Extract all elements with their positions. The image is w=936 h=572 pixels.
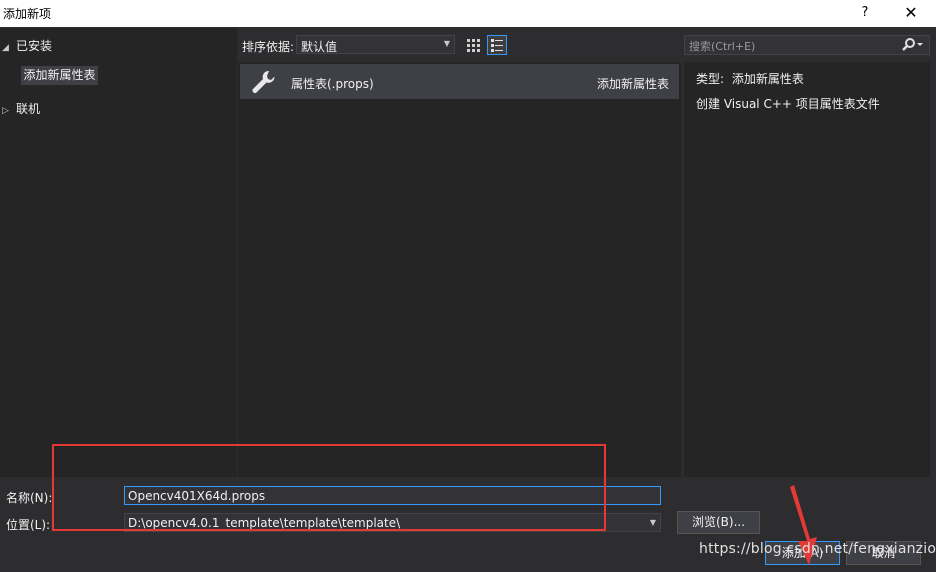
details-panel: [684, 62, 930, 477]
sort-label: 排序依据:: [242, 40, 295, 54]
tree-item-installed[interactable]: ◢ 已安装: [2, 37, 52, 54]
sort-dropdown[interactable]: 默认值 ▼: [296, 35, 455, 54]
location-label: 位置(L):: [6, 518, 51, 532]
type-row: 类型: 添加新属性表: [696, 70, 804, 87]
window-title: 添加新项: [3, 7, 52, 21]
category-tree: [0, 28, 237, 477]
help-button[interactable]: ?: [852, 2, 878, 24]
title-bar: [0, 0, 936, 27]
type-label: 类型:: [696, 72, 725, 86]
wrench-icon: [249, 68, 277, 99]
tree-item-online[interactable]: ▷ 联机: [2, 100, 40, 117]
highlight-rectangle: [52, 444, 606, 531]
grid-view-icon[interactable]: [463, 35, 483, 55]
tree-item-add-property-sheet[interactable]: 添加新属性表: [21, 66, 98, 85]
search-box[interactable]: [684, 35, 930, 55]
template-description: 创建 Visual C++ 项目属性表文件: [696, 97, 880, 111]
browse-button[interactable]: 浏览(B)...: [677, 511, 760, 534]
close-button[interactable]: ✕: [896, 2, 926, 24]
chevron-down-icon: ▼: [649, 518, 656, 527]
chevron-down-icon: ▼: [443, 39, 450, 48]
template-list: [238, 62, 681, 477]
template-name: 属性表(.props): [291, 77, 374, 91]
expanded-arrow-icon: ◢: [2, 43, 9, 53]
sort-value: 默认值: [301, 40, 338, 54]
list-view-icon[interactable]: [487, 35, 507, 55]
tree-item-online-label: 联机: [16, 102, 41, 116]
watermark: https://blog.csdn.net/fengxianzioo: [699, 541, 936, 557]
collapsed-arrow-icon: ▷: [2, 106, 9, 116]
search-icon[interactable]: [901, 37, 925, 56]
search-input[interactable]: [687, 37, 901, 55]
type-value: 添加新属性表: [731, 72, 804, 86]
tree-item-installed-label: 已安装: [16, 39, 53, 53]
template-type: 添加新属性表: [597, 77, 670, 91]
name-label: 名称(N):: [6, 491, 53, 505]
red-arrow-annotation: [785, 483, 825, 572]
